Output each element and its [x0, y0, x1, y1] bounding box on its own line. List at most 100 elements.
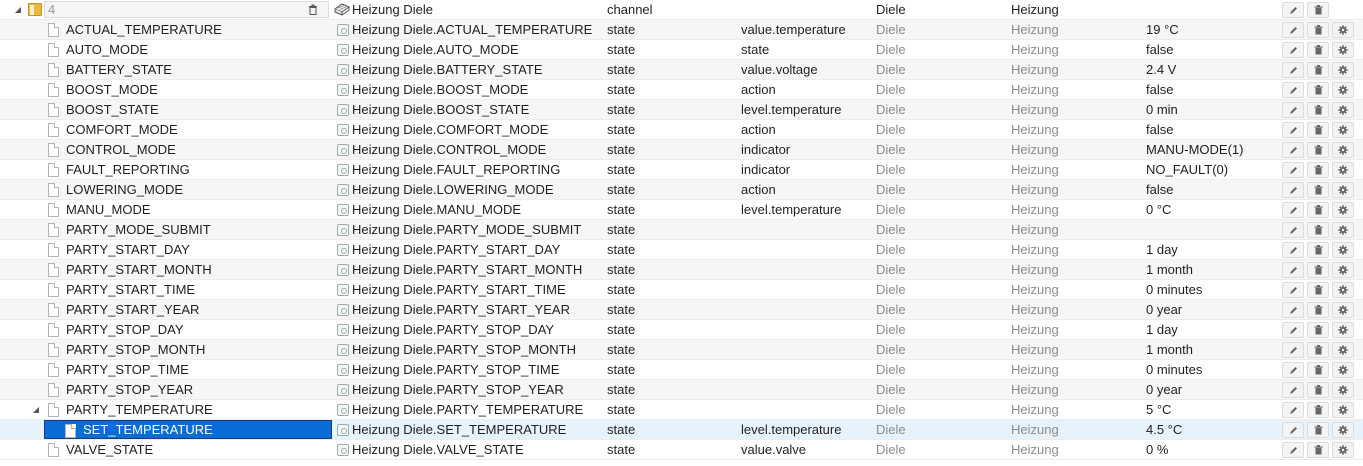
edit-button[interactable]: [1282, 82, 1304, 98]
channel-row[interactable]: ◢ 4 Heizung Diele channel Diele Heizung: [0, 0, 1363, 20]
state-row[interactable]: BATTERY_STATE Heizung Diele.BATTERY_STAT…: [0, 60, 1363, 80]
delete-button[interactable]: [1307, 282, 1329, 298]
settings-button[interactable]: [1332, 402, 1354, 418]
edit-button[interactable]: [1282, 382, 1304, 398]
state-row[interactable]: PARTY_STOP_DAY Heizung Diele.PARTY_STOP_…: [0, 320, 1363, 340]
settings-button[interactable]: [1332, 22, 1354, 38]
settings-button[interactable]: [1332, 182, 1354, 198]
room-cell[interactable]: Diele: [876, 260, 1006, 279]
settings-button[interactable]: [1332, 162, 1354, 178]
settings-button[interactable]: [1332, 342, 1354, 358]
state-row[interactable]: BOOST_STATE Heizung Diele.BOOST_STATE st…: [0, 100, 1363, 120]
function-cell[interactable]: Heizung: [1011, 100, 1141, 119]
delete-button[interactable]: [1307, 122, 1329, 138]
value-cell[interactable]: 1 day: [1146, 320, 1276, 339]
value-cell[interactable]: 0 °C: [1146, 200, 1276, 219]
state-row[interactable]: PARTY_STOP_YEAR Heizung Diele.PARTY_STOP…: [0, 380, 1363, 400]
value-cell[interactable]: 1 month: [1146, 340, 1276, 359]
function-cell[interactable]: Heizung: [1011, 380, 1141, 399]
delete-button[interactable]: [1307, 162, 1329, 178]
delete-button[interactable]: [1307, 302, 1329, 318]
settings-button[interactable]: [1332, 42, 1354, 58]
edit-button[interactable]: [1282, 122, 1304, 138]
state-row[interactable]: PARTY_START_YEAR Heizung Diele.PARTY_STA…: [0, 300, 1363, 320]
channel-id-field[interactable]: 4: [44, 1, 329, 18]
settings-button[interactable]: [1332, 82, 1354, 98]
state-row[interactable]: AUTO_MODE Heizung Diele.AUTO_MODE state …: [0, 40, 1363, 60]
edit-button[interactable]: [1282, 42, 1304, 58]
room-cell[interactable]: Diele: [876, 280, 1006, 299]
state-row-selected[interactable]: SET_TEMPERATURE Heizung Diele.SET_TEMPER…: [0, 420, 1363, 440]
edit-button[interactable]: [1282, 342, 1304, 358]
state-row[interactable]: ACTUAL_TEMPERATURE Heizung Diele.ACTUAL_…: [0, 20, 1363, 40]
settings-button[interactable]: [1332, 422, 1354, 438]
function-cell[interactable]: Heizung: [1011, 240, 1141, 259]
expand-triangle-icon[interactable]: ◢: [32, 406, 40, 414]
edit-button[interactable]: [1282, 422, 1304, 438]
delete-button[interactable]: [1307, 322, 1329, 338]
expand-triangle-icon[interactable]: ◢: [14, 6, 22, 14]
function-cell[interactable]: Heizung: [1011, 160, 1141, 179]
function-cell[interactable]: Heizung: [1011, 320, 1141, 339]
edit-button[interactable]: [1282, 262, 1304, 278]
edit-button[interactable]: [1282, 62, 1304, 78]
delete-button[interactable]: [1307, 422, 1329, 438]
settings-button[interactable]: [1332, 62, 1354, 78]
function-cell[interactable]: Heizung: [1011, 120, 1141, 139]
state-row[interactable]: PARTY_MODE_SUBMIT Heizung Diele.PARTY_MO…: [0, 220, 1363, 240]
room-cell[interactable]: Diele: [876, 220, 1006, 239]
function-cell[interactable]: Heizung: [1011, 180, 1141, 199]
state-row[interactable]: MANU_MODE Heizung Diele.MANU_MODE state …: [0, 200, 1363, 220]
settings-button[interactable]: [1332, 202, 1354, 218]
edit-button[interactable]: [1282, 302, 1304, 318]
settings-button[interactable]: [1332, 142, 1354, 158]
settings-button[interactable]: [1332, 262, 1354, 278]
room-cell[interactable]: Diele: [876, 200, 1006, 219]
room-cell[interactable]: Diele: [876, 340, 1006, 359]
function-cell[interactable]: Heizung: [1011, 340, 1141, 359]
room-cell[interactable]: Diele: [876, 0, 1006, 19]
room-cell[interactable]: Diele: [876, 40, 1006, 59]
state-row[interactable]: PARTY_START_MONTH Heizung Diele.PARTY_ST…: [0, 260, 1363, 280]
edit-button[interactable]: [1282, 142, 1304, 158]
delete-button[interactable]: [1307, 62, 1329, 78]
value-cell[interactable]: 0 minutes: [1146, 360, 1276, 379]
edit-button[interactable]: [1282, 22, 1304, 38]
function-cell[interactable]: Heizung: [1011, 280, 1141, 299]
value-cell[interactable]: 0 %: [1146, 440, 1276, 459]
function-cell[interactable]: Heizung: [1011, 140, 1141, 159]
value-cell[interactable]: 0 minutes: [1146, 280, 1276, 299]
room-cell[interactable]: Diele: [876, 400, 1006, 419]
function-cell[interactable]: Heizung: [1011, 0, 1141, 19]
room-cell[interactable]: Diele: [876, 100, 1006, 119]
state-row[interactable]: VALVE_STATE Heizung Diele.VALVE_STATE st…: [0, 440, 1363, 460]
value-cell[interactable]: false: [1146, 80, 1276, 99]
room-cell[interactable]: Diele: [876, 180, 1006, 199]
delete-button[interactable]: [1307, 242, 1329, 258]
room-cell[interactable]: Diele: [876, 300, 1006, 319]
room-cell[interactable]: Diele: [876, 60, 1006, 79]
function-cell[interactable]: Heizung: [1011, 260, 1141, 279]
edit-button[interactable]: [1282, 282, 1304, 298]
delete-button[interactable]: [1307, 202, 1329, 218]
room-cell[interactable]: Diele: [876, 380, 1006, 399]
room-cell[interactable]: Diele: [876, 440, 1006, 459]
selected-name-box[interactable]: SET_TEMPERATURE: [44, 420, 332, 439]
delete-button[interactable]: [1307, 442, 1329, 458]
settings-button[interactable]: [1332, 102, 1354, 118]
function-cell[interactable]: Heizung: [1011, 360, 1141, 379]
state-row[interactable]: CONTROL_MODE Heizung Diele.CONTROL_MODE …: [0, 140, 1363, 160]
value-cell[interactable]: false: [1146, 180, 1276, 199]
value-cell[interactable]: false: [1146, 40, 1276, 59]
delete-button[interactable]: [1307, 382, 1329, 398]
settings-button[interactable]: [1332, 222, 1354, 238]
state-row[interactable]: PARTY_STOP_MONTH Heizung Diele.PARTY_STO…: [0, 340, 1363, 360]
value-cell[interactable]: MANU-MODE(1): [1146, 140, 1276, 159]
delete-button[interactable]: [1307, 22, 1329, 38]
value-cell[interactable]: 0 year: [1146, 300, 1276, 319]
state-row[interactable]: PARTY_START_DAY Heizung Diele.PARTY_STAR…: [0, 240, 1363, 260]
edit-button[interactable]: [1282, 202, 1304, 218]
edit-button[interactable]: [1282, 402, 1304, 418]
room-cell[interactable]: Diele: [876, 360, 1006, 379]
delete-button[interactable]: [1307, 142, 1329, 158]
